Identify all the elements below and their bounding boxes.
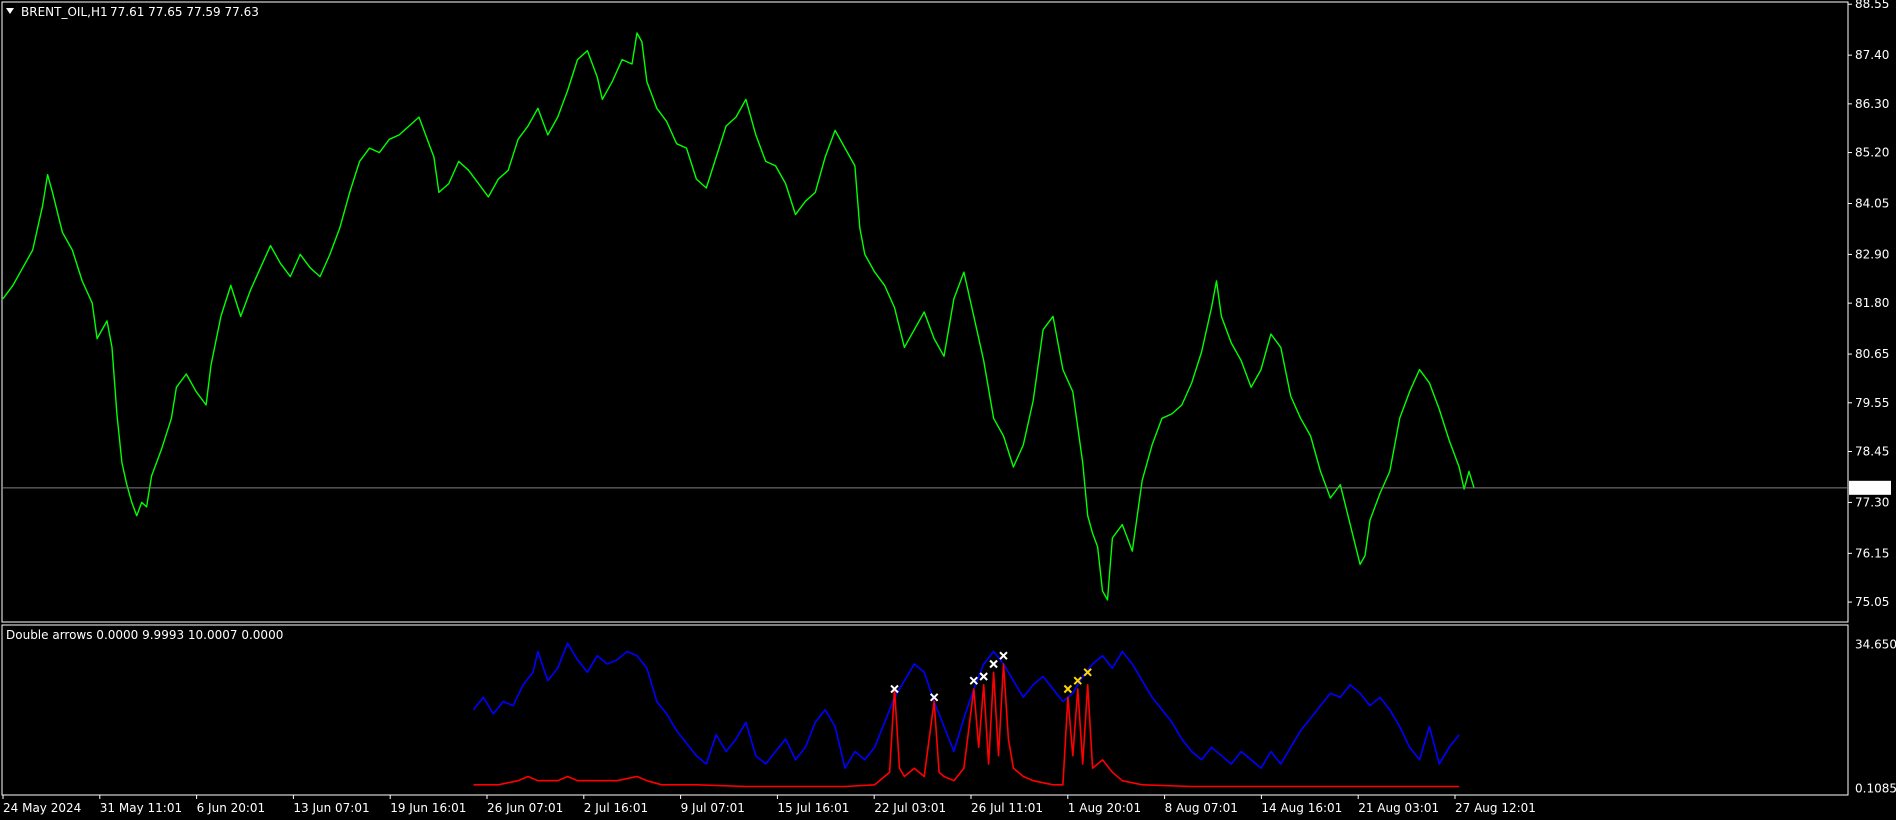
symbol-title: BRENT_OIL,H1 xyxy=(21,5,108,19)
indicator-markers-layer xyxy=(890,651,1092,702)
price-y-tick-label: 86.30 xyxy=(1855,97,1889,111)
time-tick-label: 2 Jul 16:01 xyxy=(584,801,648,815)
price-y-tick-label: 76.15 xyxy=(1855,546,1889,560)
time-tick-label: 13 Jun 07:01 xyxy=(293,801,369,815)
current-price-label: 77.63 xyxy=(1853,481,1887,495)
price-y-tick-label: 77.30 xyxy=(1855,495,1889,509)
time-tick-label: 19 Jun 16:01 xyxy=(390,801,466,815)
time-tick-label: 6 Jun 20:01 xyxy=(197,801,266,815)
time-tick-label: 9 Jul 07:01 xyxy=(681,801,745,815)
time-tick-label: 22 Jul 03:01 xyxy=(874,801,946,815)
price-y-tick-label: 84.05 xyxy=(1855,197,1889,211)
time-tick-label: 24 May 2024 xyxy=(3,801,81,815)
time-tick-label: 26 Jun 07:01 xyxy=(487,801,563,815)
arrow-marker xyxy=(969,676,978,685)
chart-canvas[interactable]: 88.55 87.40 86.30 85.20 84.05 82.90 81.80 80.65… xyxy=(0,0,1896,820)
chevron-down-icon[interactable] xyxy=(6,8,14,14)
time-axis: 24 May 2024 31 May 11:01 6 Jun 20:01 13 Jun… xyxy=(2,795,1536,815)
time-tick-label: 31 May 11:01 xyxy=(100,801,182,815)
chart-window: 88.55 87.40 86.30 85.20 84.05 82.90 81.80 80.65… xyxy=(0,0,1896,820)
time-tick-label: 15 Jul 16:01 xyxy=(777,801,849,815)
price-y-tick-label: 79.55 xyxy=(1855,396,1889,410)
price-y-axis: 88.55 87.40 86.30 85.20 84.05 82.90 81.80 80.65… xyxy=(1848,0,1889,609)
indicator-red-line xyxy=(473,663,1460,788)
price-y-tick-label: 78.45 xyxy=(1855,445,1889,459)
ohlc-values: 77.61 77.65 77.59 77.63 xyxy=(110,5,259,19)
arrow-marker xyxy=(999,651,1008,660)
arrow-marker xyxy=(1063,684,1073,694)
time-tick-label: 27 Aug 12:01 xyxy=(1455,801,1536,815)
indicator-series-layer xyxy=(472,642,1460,788)
time-tick-label: 1 Aug 20:01 xyxy=(1068,801,1141,815)
price-y-tick-label: 80.65 xyxy=(1855,347,1889,361)
time-tick-label: 26 Jul 11:01 xyxy=(971,801,1043,815)
indicator-y-tick-label: 0.1085 xyxy=(1855,782,1896,796)
indicator-title: Double arrows 0.0000 9.9993 10.0007 0.00… xyxy=(6,628,283,642)
price-y-tick-label: 87.40 xyxy=(1855,48,1889,62)
indicator-y-tick-label: 34.6508 xyxy=(1855,638,1896,652)
current-price-marker: 77.63 xyxy=(3,480,1891,495)
time-tick-label: 14 Aug 16:01 xyxy=(1261,801,1342,815)
arrow-marker xyxy=(989,659,998,669)
price-panel-frame xyxy=(1,1,1849,623)
price-y-tick-label: 81.80 xyxy=(1855,296,1889,310)
price-y-tick-label: 88.55 xyxy=(1855,0,1889,11)
price-series-layer xyxy=(2,32,1475,601)
indicator-y-axis: 34.6508 0.1085 xyxy=(1855,638,1896,796)
price-y-tick-label: 82.90 xyxy=(1855,247,1889,261)
arrow-marker xyxy=(979,672,988,681)
price-y-tick-label: 85.20 xyxy=(1855,146,1889,160)
symbol-dropdown[interactable]: BRENT_OIL,H1 77.61 77.65 77.59 77.63 xyxy=(6,5,259,19)
price-line xyxy=(2,32,1475,601)
price-y-tick-label: 75.05 xyxy=(1855,595,1889,609)
time-tick-label: 8 Aug 07:01 xyxy=(1165,801,1238,815)
time-tick-label: 21 Aug 03:01 xyxy=(1358,801,1439,815)
